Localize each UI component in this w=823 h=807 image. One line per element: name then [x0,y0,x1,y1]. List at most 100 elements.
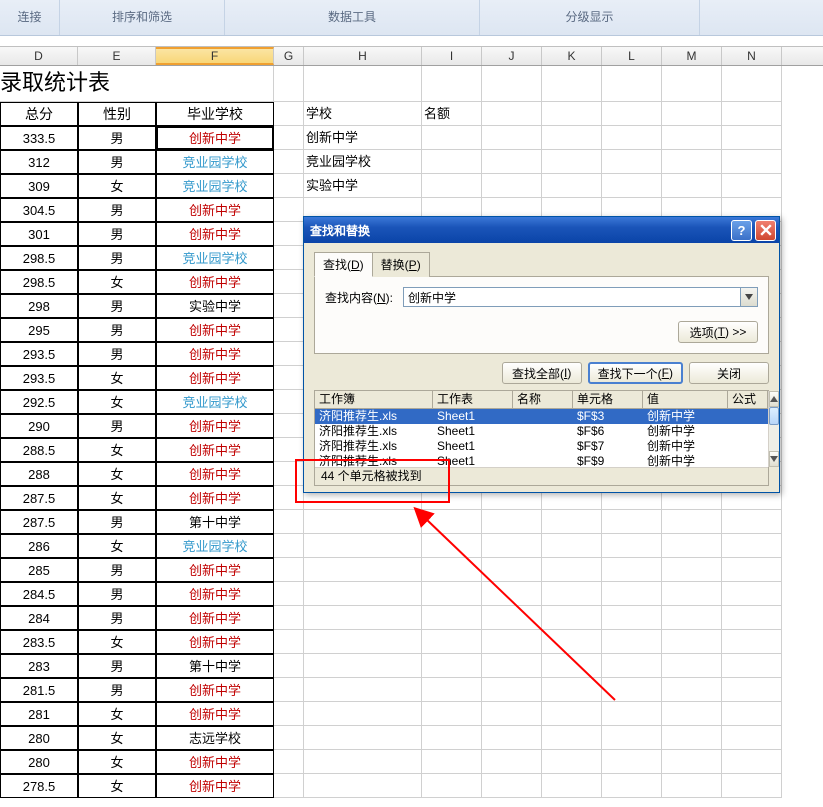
cell[interactable] [482,558,542,582]
cell[interactable]: 298.5 [0,246,78,270]
cell[interactable] [274,222,304,246]
cell[interactable] [422,654,482,678]
cell[interactable] [274,390,304,414]
cell[interactable]: 288 [0,462,78,486]
cell[interactable] [482,582,542,606]
cell[interactable] [722,174,782,198]
cell[interactable] [482,66,542,102]
cell[interactable]: 竞业园学校 [156,150,274,174]
cell[interactable]: 创新中学 [156,750,274,774]
cell[interactable] [274,582,304,606]
cell[interactable]: 创新中学 [156,558,274,582]
cell[interactable] [482,750,542,774]
cell[interactable] [662,582,722,606]
cell[interactable] [482,702,542,726]
column-header-E[interactable]: E [78,47,156,65]
table-header[interactable]: 性别 [78,102,156,126]
cell[interactable]: 285 [0,558,78,582]
cell[interactable] [542,126,602,150]
cell[interactable] [662,726,722,750]
results-column-header[interactable]: 值 [643,391,728,409]
result-row[interactable]: 济阳推荐生.xlsSheet1$F$3创新中学 [315,409,768,424]
cell[interactable] [304,726,422,750]
cell[interactable]: 女 [78,534,156,558]
cell[interactable] [422,174,482,198]
cell[interactable] [304,702,422,726]
cell[interactable] [274,246,304,270]
cell[interactable]: 创新中学 [156,774,274,798]
cell[interactable] [662,102,722,126]
cell[interactable]: 298 [0,294,78,318]
cell[interactable]: 创新中学 [156,318,274,342]
cell[interactable] [304,678,422,702]
cell[interactable] [602,678,662,702]
cell[interactable]: 男 [78,198,156,222]
cell[interactable] [722,534,782,558]
cell[interactable] [722,702,782,726]
cell[interactable]: 创新中学 [156,270,274,294]
ribbon-group[interactable]: 连接 [0,0,60,35]
cell[interactable] [482,510,542,534]
cell[interactable] [542,510,602,534]
cell[interactable]: 男 [78,342,156,366]
cell[interactable]: 竞业园学校 [156,534,274,558]
cell[interactable] [602,606,662,630]
cell[interactable] [304,582,422,606]
cell[interactable]: 333.5 [0,126,78,150]
cell[interactable]: 创新中学 [156,414,274,438]
cell[interactable] [482,678,542,702]
cell[interactable]: 309 [0,174,78,198]
cell[interactable]: 287.5 [0,486,78,510]
cell[interactable] [722,582,782,606]
cell[interactable]: 280 [0,750,78,774]
column-header-D[interactable]: D [0,47,78,65]
cell[interactable] [722,150,782,174]
cell[interactable] [422,606,482,630]
results-body[interactable]: 济阳推荐生.xlsSheet1$F$3创新中学济阳推荐生.xlsSheet1$F… [315,409,768,467]
cell[interactable] [602,582,662,606]
cell[interactable] [482,606,542,630]
column-header-F[interactable]: F [156,47,274,65]
results-column-header[interactable]: 工作簿 [315,391,433,409]
cell[interactable]: 女 [78,438,156,462]
cell[interactable] [304,654,422,678]
side-header[interactable]: 学校 [304,102,422,126]
tab-replace[interactable]: 替换(P) [372,252,430,277]
result-row[interactable]: 济阳推荐生.xlsSheet1$F$7创新中学 [315,439,768,454]
results-column-header[interactable]: 单元格 [573,391,643,409]
cell[interactable] [602,750,662,774]
results-column-header[interactable]: 工作表 [433,391,513,409]
cell[interactable] [662,150,722,174]
cell[interactable] [482,630,542,654]
cell[interactable] [274,558,304,582]
column-header-L[interactable]: L [602,47,662,65]
cell[interactable] [542,534,602,558]
cell[interactable] [602,726,662,750]
cell[interactable] [422,582,482,606]
cell[interactable] [662,174,722,198]
cell[interactable]: 292.5 [0,390,78,414]
cell[interactable] [602,630,662,654]
cell[interactable]: 298.5 [0,270,78,294]
cell[interactable] [422,750,482,774]
cell[interactable] [422,534,482,558]
cell[interactable] [542,726,602,750]
cell[interactable] [304,774,422,798]
cell[interactable] [542,558,602,582]
results-scrollbar[interactable] [768,391,779,467]
cell[interactable] [602,774,662,798]
cell[interactable]: 女 [78,462,156,486]
cell[interactable] [602,126,662,150]
cell[interactable]: 女 [78,390,156,414]
cell[interactable] [602,702,662,726]
cell[interactable] [722,630,782,654]
cell[interactable] [662,558,722,582]
cell[interactable]: 288.5 [0,438,78,462]
cell[interactable] [274,774,304,798]
cell[interactable]: 男 [78,318,156,342]
cell[interactable]: 男 [78,606,156,630]
cell[interactable] [722,774,782,798]
cell[interactable]: 男 [78,558,156,582]
cell[interactable] [482,150,542,174]
cell[interactable]: 创新中学 [156,222,274,246]
